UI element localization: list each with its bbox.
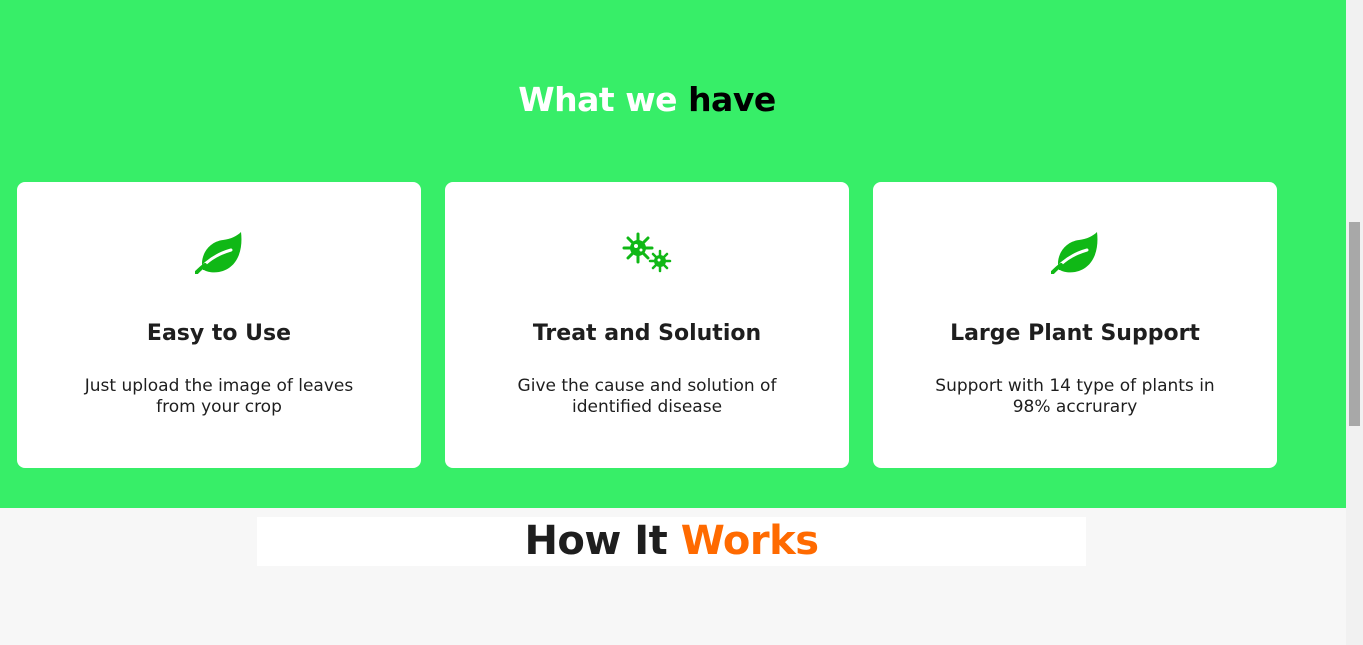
card-text: Support with 14 type of plants in 98% ac…	[935, 376, 1215, 417]
card-text: Just upload the image of leaves from you…	[84, 376, 354, 417]
feature-card-easy: Easy to Use Just upload the image of lea…	[17, 182, 421, 468]
title-dark-part: have	[688, 80, 776, 119]
scrollbar-thumb[interactable]	[1349, 222, 1360, 426]
features-section: What we have Easy to Use Just upload the…	[0, 0, 1346, 508]
leaf-icon	[193, 230, 245, 276]
feature-card-treat: Treat and Solution Give the cause and so…	[445, 182, 849, 468]
how-dark-part: How It	[524, 518, 668, 564]
card-title: Large Plant Support	[950, 321, 1200, 346]
page-scrollbar[interactable]	[1346, 0, 1363, 645]
card-text: Give the cause and solution of identifie…	[517, 376, 777, 417]
how-it-works-title: How It Works	[257, 517, 1086, 566]
card-title: Treat and Solution	[532, 321, 762, 346]
card-title: Easy to Use	[146, 321, 292, 346]
feature-card-plants: Large Plant Support Support with 14 type…	[873, 182, 1277, 468]
section-title: What we have	[0, 80, 1294, 119]
virus-icon	[621, 230, 673, 276]
leaf-icon	[1049, 230, 1101, 276]
title-white-part: What we	[518, 80, 678, 119]
how-orange-part: Works	[680, 518, 819, 564]
